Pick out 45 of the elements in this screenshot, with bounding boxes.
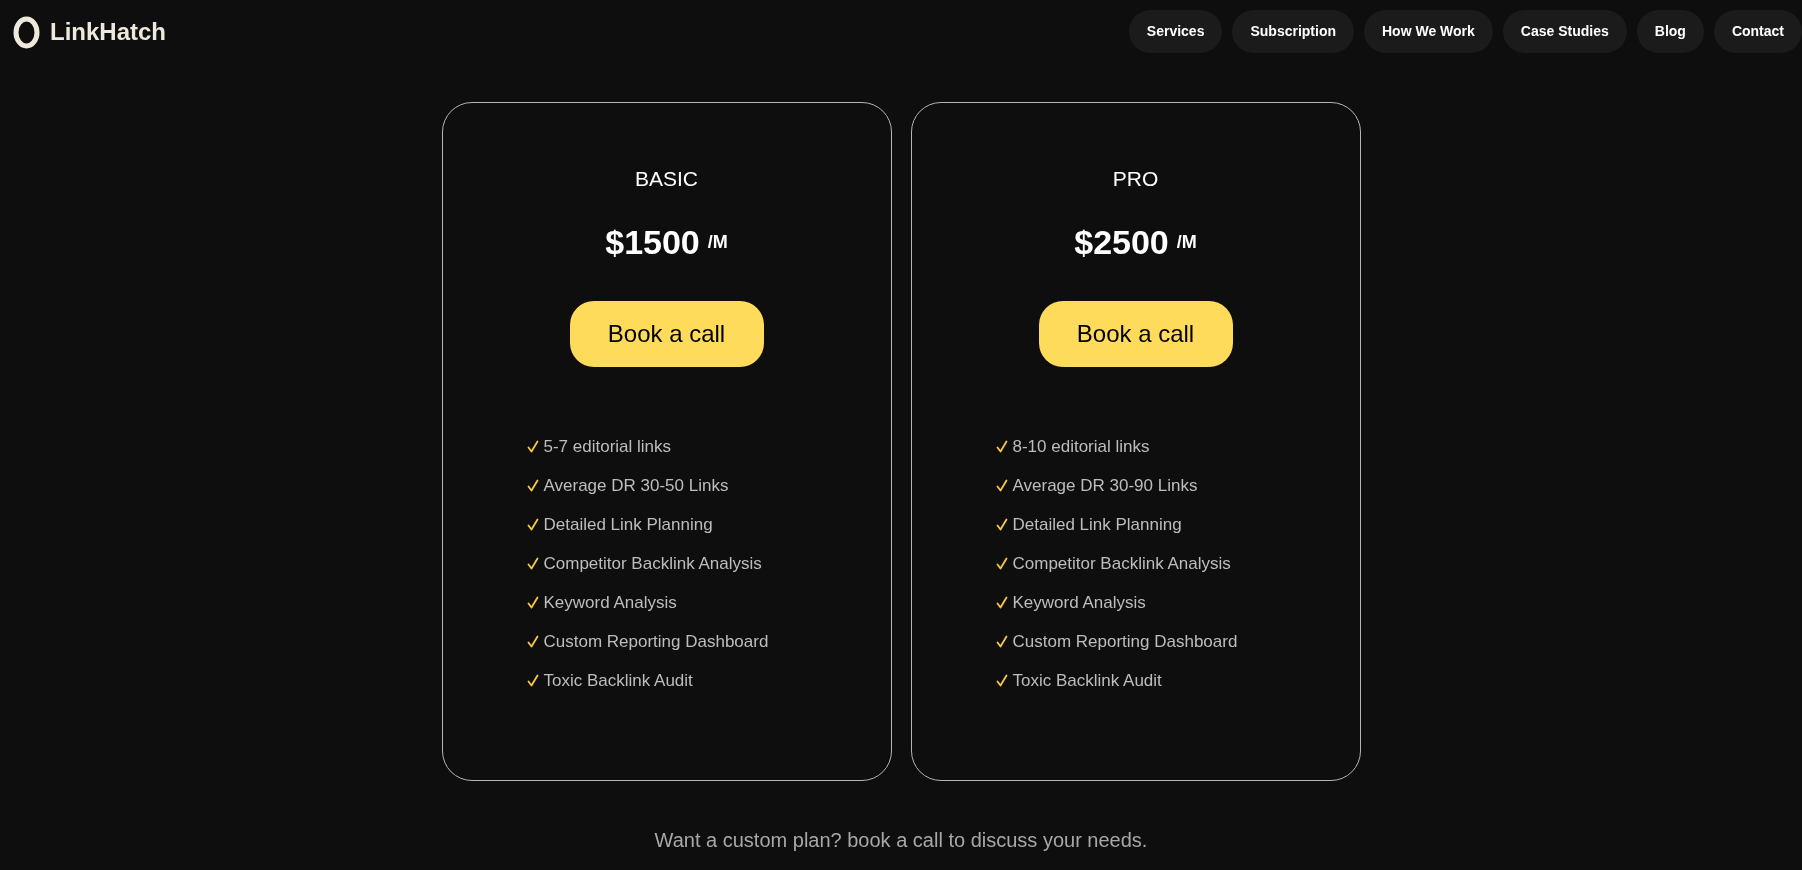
custom-plan-note: Want a custom plan? book a call to discuss your needs. xyxy=(654,828,1148,853)
feature-text: Average DR 30-90 Links xyxy=(1012,474,1198,497)
check-icon xyxy=(526,440,539,453)
check-icon xyxy=(995,440,1008,453)
nav-link[interactable]: Services xyxy=(1128,10,1223,53)
check-icon xyxy=(995,479,1008,492)
feature-text: Toxic Backlink Audit xyxy=(1012,669,1162,692)
check-icon xyxy=(995,518,1008,531)
nav-link[interactable]: Case Studies xyxy=(1502,10,1627,53)
plan-name: BASIC xyxy=(635,166,698,192)
feature-text: Keyword Analysis xyxy=(543,591,677,614)
check-icon xyxy=(526,479,539,492)
feature-text: 5-7 editorial links xyxy=(543,435,672,458)
feature-text: Detailed Link Planning xyxy=(1012,513,1182,536)
check-icon xyxy=(526,557,539,570)
price-period: /M xyxy=(1176,231,1197,254)
check-icon xyxy=(526,596,539,609)
nav-link[interactable]: How We Work xyxy=(1364,10,1493,53)
feature-text: Average DR 30-50 Links xyxy=(543,474,729,497)
feature-text: Keyword Analysis xyxy=(1012,591,1146,614)
feature-text: Competitor Backlink Analysis xyxy=(543,552,762,575)
feature-text: Custom Reporting Dashboard xyxy=(1012,630,1238,653)
feature-text: 8-10 editorial links xyxy=(1012,435,1150,458)
check-icon xyxy=(995,596,1008,609)
check-icon xyxy=(526,518,539,531)
book-call-button[interactable]: Book a call xyxy=(569,301,764,367)
plan-price: $2500 xyxy=(1074,222,1169,262)
check-icon xyxy=(995,635,1008,648)
plan-name: PRO xyxy=(1112,166,1159,192)
feature-text: Competitor Backlink Analysis xyxy=(1012,552,1231,575)
book-call-button[interactable]: Book a call xyxy=(1038,301,1233,367)
check-icon xyxy=(995,674,1008,687)
nav-link[interactable]: Blog xyxy=(1636,10,1704,53)
nav-link[interactable]: Subscription xyxy=(1232,10,1354,53)
check-icon xyxy=(995,557,1008,570)
price-period: /M xyxy=(707,231,728,254)
nav-link[interactable]: Contact xyxy=(1713,10,1802,53)
check-icon xyxy=(526,674,539,687)
check-icon xyxy=(526,635,539,648)
feature-text: Custom Reporting Dashboard xyxy=(543,630,769,653)
logo-text[interactable]: LinkHatch xyxy=(50,19,166,44)
feature-text: Detailed Link Planning xyxy=(543,513,713,536)
egg-logo-icon xyxy=(13,14,40,49)
plan-price: $1500 xyxy=(605,222,700,262)
feature-text: Toxic Backlink Audit xyxy=(543,669,693,692)
